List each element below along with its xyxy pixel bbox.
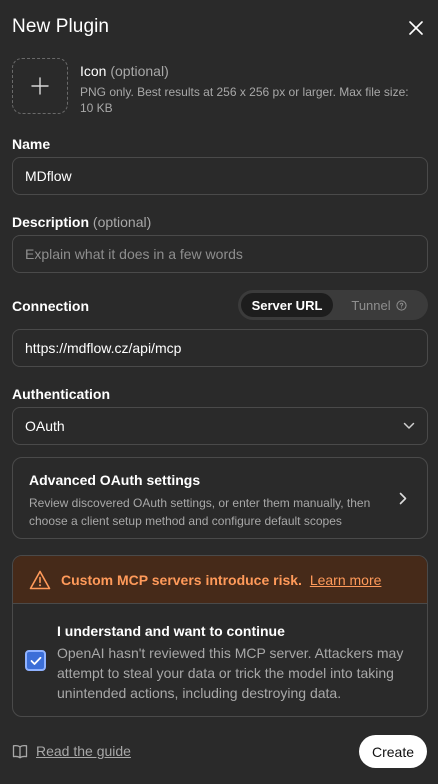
acknowledge-description: OpenAI hasn't reviewed this MCP server. …	[57, 645, 404, 701]
connection-type-toggle: Server URL Tunnel	[238, 290, 428, 320]
close-button[interactable]	[404, 16, 428, 40]
authentication-label: Authentication	[12, 386, 110, 402]
name-label: Name	[12, 136, 51, 152]
warning-triangle-icon	[29, 570, 51, 589]
description-input[interactable]	[12, 235, 428, 273]
checkmark-icon	[30, 656, 41, 665]
icon-help-text: PNG only. Best results at 256 x 256 px o…	[80, 85, 409, 115]
dialog-title: New Plugin	[12, 16, 110, 37]
tunnel-tab-label: Tunnel	[351, 297, 391, 313]
server-url-tab-label: Server URL	[251, 297, 323, 313]
acknowledge-title: I understand and want to continue	[57, 623, 285, 639]
server-url-tab[interactable]: Server URL	[241, 293, 333, 317]
create-button[interactable]: Create	[359, 735, 427, 768]
help-circle-icon	[396, 299, 407, 311]
icon-label: Icon (optional)	[80, 63, 169, 79]
description-label-text: Description	[12, 214, 90, 230]
name-input[interactable]	[12, 157, 428, 195]
close-icon	[409, 21, 423, 35]
advanced-oauth-description: Review discovered OAuth settings, or ent…	[29, 496, 371, 528]
read-guide-link[interactable]: Read the guide	[12, 743, 131, 759]
acknowledge-checkbox[interactable]	[25, 650, 46, 671]
icon-upload-button[interactable]	[12, 58, 68, 114]
description-optional-text: (optional)	[92, 214, 152, 230]
create-button-label: Create	[371, 743, 415, 760]
risk-warning-banner: Custom MCP servers introduce risk. Learn…	[13, 556, 427, 604]
icon-optional-text: (optional)	[110, 63, 169, 79]
server-url-input[interactable]	[12, 329, 428, 367]
plus-icon	[31, 77, 49, 95]
authentication-select[interactable]: OAuth	[12, 407, 428, 445]
read-guide-text: Read the guide	[36, 743, 131, 759]
tunnel-tab[interactable]: Tunnel	[333, 293, 425, 317]
book-icon	[12, 744, 28, 758]
connection-label: Connection	[12, 298, 89, 314]
risk-warning-text: Custom MCP servers introduce risk. Learn…	[61, 572, 381, 588]
description-label: Description (optional)	[12, 214, 151, 230]
chevron-down-icon	[403, 422, 415, 429]
authentication-value: OAuth	[25, 418, 65, 434]
icon-label-text: Icon	[80, 63, 107, 79]
learn-more-link[interactable]: Learn more	[310, 572, 382, 588]
advanced-oauth-title: Advanced OAuth settings	[29, 472, 201, 488]
risk-warning-message: Custom MCP servers introduce risk.	[61, 571, 302, 588]
chevron-right-icon	[399, 492, 407, 505]
advanced-oauth-settings-card[interactable]: Advanced OAuth settings Review discovere…	[12, 457, 428, 539]
